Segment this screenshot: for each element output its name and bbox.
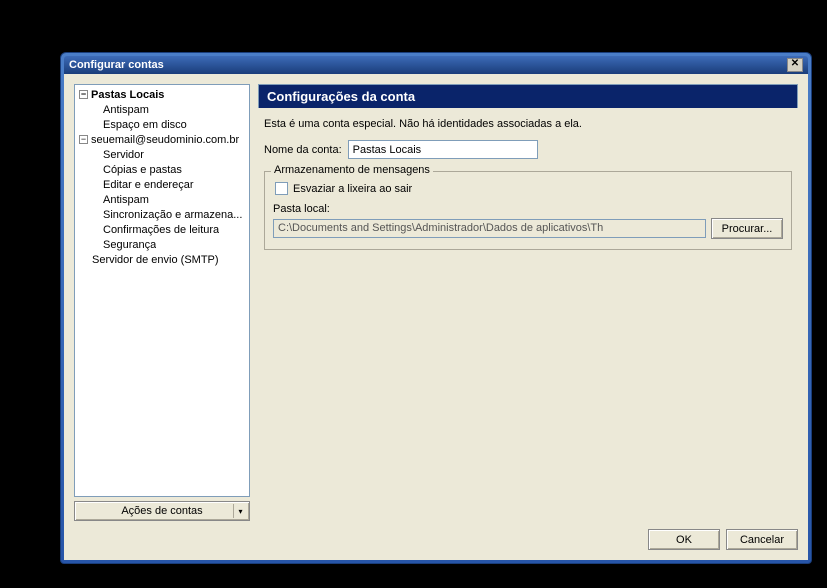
tree-item-server[interactable]: Servidor [75, 147, 249, 162]
local-folder-row: C:\Documents and Settings\Administrador\… [273, 218, 783, 239]
client-area: − Pastas Locais Antispam Espaço em disco… [64, 74, 808, 560]
close-icon[interactable]: ✕ [787, 58, 803, 72]
tree-item-copies[interactable]: Cópias e pastas [75, 162, 249, 177]
collapse-icon[interactable]: − [79, 135, 88, 144]
panel-title: Configurações da conta [258, 84, 798, 108]
tree-item-security[interactable]: Segurança [75, 237, 249, 252]
tree-item-local-folders[interactable]: − Pastas Locais [75, 87, 249, 102]
account-tree[interactable]: − Pastas Locais Antispam Espaço em disco… [74, 84, 250, 497]
tree-item-return-receipts[interactable]: Confirmações de leitura [75, 222, 249, 237]
empty-trash-row: Esvaziar a lixeira ao sair [275, 182, 783, 195]
ok-button[interactable]: OK [648, 529, 720, 550]
account-actions-button[interactable]: Ações de contas ▾ [74, 501, 250, 521]
local-folder-path[interactable]: C:\Documents and Settings\Administrador\… [273, 219, 706, 238]
empty-trash-checkbox[interactable] [275, 182, 288, 195]
dialog-footer: OK Cancelar [74, 521, 798, 550]
browse-button[interactable]: Procurar... [711, 218, 783, 239]
chevron-down-icon[interactable]: ▾ [233, 504, 247, 518]
sidebar: − Pastas Locais Antispam Espaço em disco… [74, 84, 250, 521]
account-name-row: Nome da conta: [264, 140, 792, 159]
collapse-icon[interactable]: − [79, 90, 88, 99]
storage-legend: Armazenamento de mensagens [271, 164, 433, 176]
settings-panel: Configurações da conta Esta é uma conta … [258, 84, 798, 521]
account-actions-label: Ações de contas [121, 505, 202, 517]
window-title: Configurar contas [69, 59, 164, 71]
panel-description: Esta é uma conta especial. Não há identi… [264, 118, 792, 130]
window: Configurar contas ✕ − Pastas Locais Anti… [60, 52, 812, 564]
storage-fieldset: Armazenamento de mensagens Esvaziar a li… [264, 171, 792, 250]
tree-item-antispam-2[interactable]: Antispam [75, 192, 249, 207]
tree-item-smtp[interactable]: Servidor de envio (SMTP) [75, 252, 249, 267]
local-folder-label: Pasta local: [273, 203, 783, 215]
empty-trash-label: Esvaziar a lixeira ao sair [293, 183, 412, 195]
tree-item-compose[interactable]: Editar e endereçar [75, 177, 249, 192]
main-content: − Pastas Locais Antispam Espaço em disco… [74, 84, 798, 521]
account-name-label: Nome da conta: [264, 144, 342, 156]
tree-item-sync[interactable]: Sincronização e armazena... [75, 207, 249, 222]
tree-item-antispam[interactable]: Antispam [75, 102, 249, 117]
account-name-input[interactable] [348, 140, 538, 159]
panel-body: Esta é uma conta especial. Não há identi… [258, 108, 798, 521]
tree-item-email-account[interactable]: − seuemail@seudominio.com.br [75, 132, 249, 147]
tree-item-disk-space[interactable]: Espaço em disco [75, 117, 249, 132]
cancel-button[interactable]: Cancelar [726, 529, 798, 550]
titlebar[interactable]: Configurar contas ✕ [64, 56, 808, 74]
